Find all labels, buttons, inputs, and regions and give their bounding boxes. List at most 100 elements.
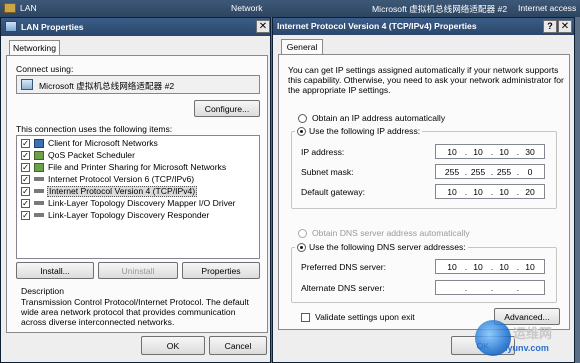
item-checkbox[interactable]: ✓	[21, 163, 30, 172]
octet-dot: .	[516, 262, 520, 272]
octet-dot: .	[490, 262, 494, 272]
octet-dot: .	[464, 262, 468, 272]
octet-dot: .	[490, 283, 494, 293]
list-item[interactable]: ✓ Link-Layer Topology Discovery Mapper I…	[17, 198, 259, 210]
octet: 255	[470, 167, 486, 177]
adapter-label: Microsoft 虚拟机总线网络适配器 #2	[372, 4, 508, 14]
configure-button[interactable]: Configure...	[194, 100, 260, 117]
item-checkbox[interactable]: ✓	[21, 187, 30, 196]
auto-ip-label[interactable]: Obtain an IP address automatically	[312, 113, 445, 123]
properties-button[interactable]: Properties	[182, 262, 260, 279]
preferred-dns-label: Preferred DNS server:	[301, 262, 387, 272]
item-label: File and Printer Sharing for Microsoft N…	[48, 162, 227, 172]
adapter-icon	[21, 79, 33, 90]
description-group: Description Transmission Control Protoco…	[16, 286, 260, 329]
items-label: This connection uses the following items…	[16, 124, 173, 134]
watermark-url: iyunv.com	[505, 343, 549, 353]
list-item[interactable]: ✓ Client for Microsoft Networks	[17, 138, 259, 150]
list-item[interactable]: ✓ QoS Packet Scheduler	[17, 150, 259, 162]
tab-networking[interactable]: Networking	[9, 40, 60, 56]
default-gateway-field[interactable]: 10. 10. 10. 20	[435, 184, 545, 199]
description-text: Transmission Control Protocol/Internet P…	[21, 297, 249, 327]
network-adapter-icon	[5, 21, 17, 32]
alternate-dns-label: Alternate DNS server:	[301, 283, 385, 293]
octet: 10	[447, 147, 457, 157]
ok-button[interactable]: OK	[141, 336, 205, 355]
general-panel: You can get IP settings assigned automat…	[278, 54, 570, 330]
protocol-icon	[34, 177, 44, 181]
octet: 10	[499, 262, 509, 272]
item-checkbox[interactable]: ✓	[21, 139, 30, 148]
octet: 20	[525, 187, 535, 197]
item-checkbox[interactable]: ✓	[21, 151, 30, 160]
description-label: Description	[21, 286, 64, 296]
alternate-dns-field[interactable]: . . .	[435, 280, 545, 295]
item-checkbox[interactable]: ✓	[21, 199, 30, 208]
item-label: Internet Protocol Version 4 (TCP/IPv4)	[47, 186, 198, 197]
manual-ip-group: Use the following IP address: IP address…	[291, 126, 557, 209]
networking-panel: Connect using: Microsoft 虚拟机总线网络适配器 #2 C…	[6, 55, 268, 333]
protocol-icon	[34, 189, 44, 193]
title-bar: Internet Protocol Version 4 (TCP/IPv4) P…	[273, 18, 574, 35]
auto-ip-radio[interactable]	[298, 114, 307, 123]
watermark-text: 运维网	[513, 326, 553, 341]
tab-label: General	[286, 42, 318, 52]
manual-dns-radio[interactable]	[297, 243, 306, 252]
tab-label: Networking	[13, 43, 56, 53]
octet: 10	[473, 262, 483, 272]
gateway-label: Default gateway:	[301, 187, 366, 197]
help-button[interactable]: ?	[543, 20, 557, 33]
octet-dot: .	[516, 283, 520, 293]
octet-dot: .	[464, 187, 468, 197]
manual-dns-label: Use the following DNS server addresses:	[309, 242, 466, 252]
octet: 30	[525, 147, 535, 157]
network-folder-icon	[4, 3, 16, 13]
item-checkbox[interactable]: ✓	[21, 175, 30, 184]
list-item[interactable]: ✓ Link-Layer Topology Discovery Responde…	[17, 210, 259, 222]
octet-dot: .	[516, 187, 520, 197]
list-item[interactable]: ✓ Internet Protocol Version 4 (TCP/IPv4)	[17, 186, 259, 198]
manual-dns-radio-wrap[interactable]: Use the following DNS server addresses:	[295, 242, 468, 254]
window-title: Internet Protocol Version 4 (TCP/IPv4) P…	[277, 21, 477, 31]
adapter-name: Microsoft 虚拟机总线网络适配器 #2	[39, 81, 175, 91]
list-item[interactable]: ✓ Internet Protocol Version 6 (TCP/IPv6)	[17, 174, 259, 186]
preferred-dns-field[interactable]: 10. 10. 10. 10	[435, 259, 545, 274]
protocol-icon	[34, 213, 44, 217]
octet: 10	[447, 187, 457, 197]
octet-dot: .	[516, 167, 520, 177]
manual-ip-radio[interactable]	[297, 127, 306, 136]
connect-using-label: Connect using:	[16, 64, 74, 74]
item-label: Client for Microsoft Networks	[48, 138, 158, 148]
octet: 10	[473, 187, 483, 197]
octet-dot: .	[490, 187, 494, 197]
octet-dot: .	[490, 147, 494, 157]
close-button[interactable]: ✕	[256, 20, 270, 33]
item-checkbox[interactable]: ✓	[21, 211, 30, 220]
adapter-name-field: Microsoft 虚拟机总线网络适配器 #2	[16, 75, 260, 94]
lan-properties-window: LAN Properties ✕ Networking Connect usin…	[0, 17, 271, 363]
validate-checkbox[interactable]	[301, 313, 310, 322]
octet-dot: .	[464, 283, 468, 293]
install-button[interactable]: Install...	[16, 262, 94, 279]
close-button[interactable]: ✕	[558, 20, 572, 33]
ip-address-field[interactable]: 10. 10. 10. 30	[435, 144, 545, 159]
intro-text: You can get IP settings assigned automat…	[288, 65, 564, 95]
octet-dot: .	[464, 147, 468, 157]
validate-label[interactable]: Validate settings upon exit	[315, 312, 415, 322]
cancel-button[interactable]: Cancel	[209, 336, 267, 355]
items-list: ✓ Client for Microsoft Networks ✓ QoS Pa…	[16, 135, 260, 259]
internet-access-label: Internet access	[518, 3, 577, 13]
background-windows-strip: LAN Network Microsoft 虚拟机总线网络适配器 #2 Inte…	[0, 0, 580, 17]
item-label: Link-Layer Topology Discovery Responder	[48, 210, 210, 220]
octet: 255	[496, 167, 512, 177]
ip-address-label: IP address:	[301, 147, 345, 157]
list-item[interactable]: ✓ File and Printer Sharing for Microsoft…	[17, 162, 259, 174]
tab-general[interactable]: General	[281, 39, 323, 55]
item-label: Internet Protocol Version 6 (TCP/IPv6)	[48, 174, 195, 184]
manual-ip-radio-wrap[interactable]: Use the following IP address:	[295, 126, 423, 138]
auto-dns-label: Obtain DNS server address automatically	[312, 228, 470, 238]
octet: 255	[444, 167, 460, 177]
service-icon	[34, 151, 44, 160]
subnet-label: Subnet mask:	[301, 167, 354, 177]
subnet-mask-field[interactable]: 255. 255. 255. 0	[435, 164, 545, 179]
